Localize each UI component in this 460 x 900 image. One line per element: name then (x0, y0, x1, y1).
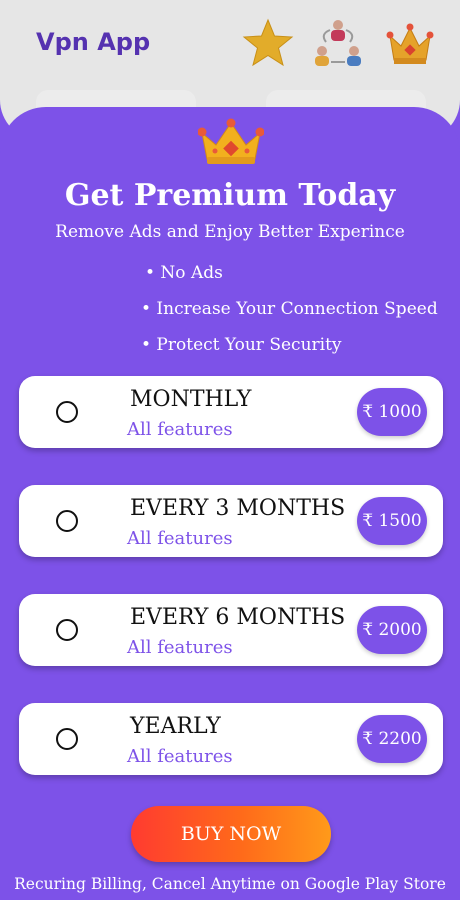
crown-icon (198, 118, 264, 164)
people-exchange-icon[interactable] (312, 18, 364, 68)
premium-title: Get Premium Today (64, 178, 396, 213)
plan-features-label: All features (127, 746, 233, 767)
plan-features-label: All features (127, 419, 233, 440)
crown-icon[interactable] (384, 18, 436, 68)
plan-price-badge[interactable]: ₹ 1000 (357, 388, 427, 436)
plan-name: YEARLY (130, 714, 221, 739)
plan-card-every-3-months[interactable]: EVERY 3 MONTHS All features ₹ 1500 (19, 485, 443, 557)
buy-now-button[interactable]: BUY NOW (131, 806, 331, 862)
plan-features-label: All features (127, 528, 233, 549)
plan-price-badge[interactable]: ₹ 1500 (357, 497, 427, 545)
plan-price-badge[interactable]: ₹ 2200 (357, 715, 427, 763)
plan-card-every-6-months[interactable]: EVERY 6 MONTHS All features ₹ 2000 (19, 594, 443, 666)
plan-card-yearly[interactable]: YEARLY All features ₹ 2200 (19, 703, 443, 775)
app-title: Vpn App (36, 28, 151, 56)
benefit-item: • Protect Your Security (141, 335, 342, 355)
plan-name: EVERY 3 MONTHS (130, 496, 346, 521)
billing-footer-text: Recuring Billing, Cancel Anytime on Goog… (14, 875, 446, 893)
benefit-item: • Increase Your Connection Speed (141, 299, 438, 319)
plan-price-badge[interactable]: ₹ 2000 (357, 606, 427, 654)
benefit-item: • No Ads (145, 263, 223, 283)
plan-radio-button[interactable] (56, 728, 78, 750)
plan-radio-button[interactable] (56, 401, 78, 423)
plan-radio-button[interactable] (56, 619, 78, 641)
plan-radio-button[interactable] (56, 510, 78, 532)
plan-card-monthly[interactable]: MONTHLY All features ₹ 1000 (19, 376, 443, 448)
plan-features-label: All features (127, 637, 233, 658)
premium-subtitle: Remove Ads and Enjoy Better Experince (55, 222, 405, 242)
star-icon[interactable] (242, 18, 294, 68)
plan-name: EVERY 6 MONTHS (130, 605, 346, 630)
plan-name: MONTHLY (130, 387, 252, 412)
